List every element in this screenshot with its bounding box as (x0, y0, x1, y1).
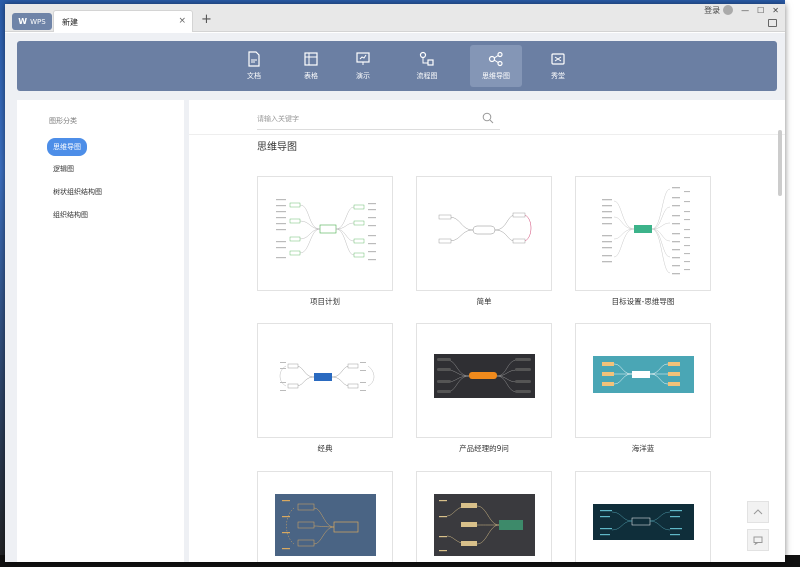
nav-label: 流程图 (416, 72, 438, 80)
nav-presentation[interactable]: 演示 (337, 45, 389, 87)
template-thumbnail (434, 354, 535, 398)
wps-logo-icon: W (18, 17, 28, 26)
template-thumbnail (276, 199, 376, 261)
template-thumbnail (593, 356, 694, 393)
template-card-pm-9q[interactable] (416, 323, 552, 438)
sidebar-item-mindmap[interactable]: 思维导图 (47, 138, 87, 156)
wps-home-tab[interactable]: W WPS (12, 13, 52, 30)
login-button[interactable]: 登录 (704, 5, 734, 16)
window-controls: 登录 — ☐ ✕ (704, 4, 779, 16)
showcase-icon (551, 53, 565, 65)
nav-label: 思维导图 (482, 72, 510, 80)
main-content: 文档 表格 演示 流程图 思维导图 秀堂 图形分类 思维导图 逻辑图 树状组织结… (5, 33, 785, 562)
sidebar-item-tree-org[interactable]: 树状组织结构图 (47, 183, 108, 201)
top-category-nav: 文档 表格 演示 流程图 思维导图 秀堂 (17, 41, 777, 91)
template-label: 产品经理的9问 (459, 444, 509, 453)
template-card-classic[interactable] (257, 323, 393, 438)
back-to-top-button[interactable] (747, 501, 769, 523)
category-sidebar: 图形分类 思维导图 逻辑图 树状组织结构图 组织结构图 (17, 100, 184, 562)
template-card-simple[interactable] (416, 176, 552, 291)
presentation-icon (356, 52, 370, 65)
new-doc-tab[interactable]: 新建 × (53, 10, 193, 32)
nav-label: 表格 (304, 72, 318, 80)
template-label: 简单 (476, 297, 492, 306)
sidebar-toggle-icon[interactable] (768, 19, 777, 27)
template-thumbnail (438, 212, 532, 244)
template-label: 目标设置-思维导图 (611, 297, 675, 306)
nav-showcase[interactable]: 秀堂 (532, 45, 584, 87)
new-tab-button[interactable]: + (201, 12, 212, 27)
tab-bar: W WPS 新建 × + 登录 — ☐ ✕ (5, 4, 785, 32)
desktop-right-strip (785, 0, 800, 567)
nav-label: 秀堂 (551, 72, 565, 80)
search-icon[interactable] (482, 112, 494, 124)
minimize-icon[interactable]: — (741, 6, 749, 15)
template-card-charcoal[interactable] (416, 471, 552, 562)
template-label: 经典 (317, 444, 333, 453)
section-title: 思维导图 (257, 142, 297, 153)
nav-mindmap[interactable]: 思维导图 (470, 45, 522, 87)
avatar-icon (723, 5, 734, 15)
sidebar-item-logic[interactable]: 逻辑图 (47, 160, 80, 178)
chevron-up-icon (753, 509, 763, 515)
template-card-goal-setting[interactable] (575, 176, 711, 291)
template-thumbnail (434, 494, 535, 556)
chat-icon (753, 536, 763, 545)
doc-tab-label: 新建 (62, 18, 78, 27)
scrollbar-thumb[interactable] (778, 130, 782, 196)
mindmap-icon (488, 51, 503, 67)
app-window: W WPS 新建 × + 登录 — ☐ ✕ 文档 表格 演示 流程图 思维导图 … (5, 4, 785, 562)
template-label: 项目计划 (310, 297, 340, 306)
maximize-icon[interactable]: ☐ (757, 6, 764, 15)
nav-spreadsheet[interactable]: 表格 (285, 45, 337, 87)
document-icon (248, 51, 260, 67)
flowchart-icon (419, 51, 434, 66)
close-tab-icon[interactable]: × (178, 16, 186, 26)
feedback-button[interactable] (747, 529, 769, 551)
template-card-slate[interactable] (257, 471, 393, 562)
nav-flowchart[interactable]: 流程图 (401, 45, 453, 87)
nav-label: 文档 (247, 72, 261, 80)
login-label: 登录 (704, 5, 721, 15)
sidebar-title: 图形分类 (49, 117, 77, 125)
template-label: 海洋蓝 (631, 444, 655, 453)
template-card-project-plan[interactable] (257, 176, 393, 291)
close-window-icon[interactable]: ✕ (772, 6, 779, 15)
sidebar-item-org[interactable]: 组织结构图 (47, 206, 94, 224)
template-thumbnail (593, 504, 694, 540)
nav-document[interactable]: 文档 (228, 45, 280, 87)
search-input[interactable]: 请输入关键字 (257, 108, 500, 130)
template-thumbnail (602, 187, 690, 275)
template-thumbnail (279, 362, 375, 391)
wps-tab-label: WPS (30, 17, 46, 26)
template-panel: 请输入关键字 思维导图 项目计划 简单 目标设置-思维导图 经典 产品经理的9问… (189, 100, 785, 562)
nav-label: 演示 (356, 72, 370, 80)
template-card-ocean-blue[interactable] (575, 323, 711, 438)
divider (189, 134, 785, 135)
spreadsheet-icon (304, 52, 318, 66)
template-thumbnail (275, 494, 376, 556)
template-card-navy[interactable] (575, 471, 711, 562)
